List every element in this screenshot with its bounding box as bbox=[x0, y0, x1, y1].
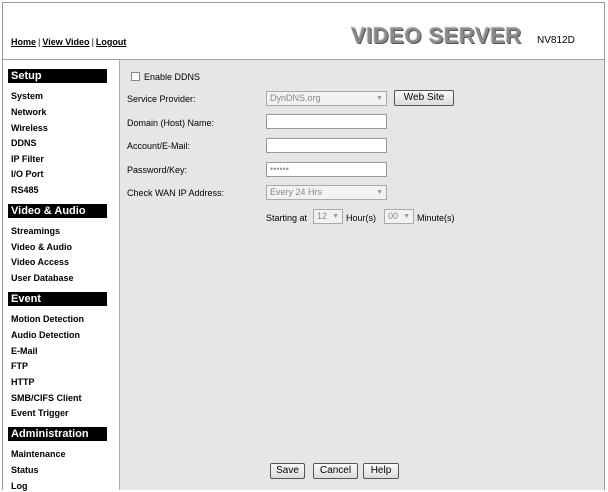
sidebar-item-system[interactable]: System bbox=[11, 91, 43, 102]
sidebar-item-email[interactable]: E-Mail bbox=[11, 346, 38, 357]
sidebar-item-rs485[interactable]: RS485 bbox=[11, 185, 39, 196]
sidebar-item-smb-cifs-client[interactable]: SMB/CIFS Client bbox=[11, 393, 82, 404]
check-wan-ip-label: Check WAN IP Address: bbox=[127, 188, 225, 198]
minute-select[interactable]: 00 ▼ bbox=[384, 209, 414, 224]
ddns-settings-panel: Enable DDNS Service Provider: DynDNS.org… bbox=[120, 60, 604, 490]
account-email-label: Account/E-Mail: bbox=[127, 141, 191, 151]
sidebar-item-streamings[interactable]: Streamings bbox=[11, 226, 60, 237]
service-provider-value: DynDNS.org bbox=[270, 93, 321, 103]
account-email-input[interactable] bbox=[266, 138, 387, 153]
sidebar-item-maintenance[interactable]: Maintenance bbox=[11, 449, 66, 460]
sidebar-item-wireless[interactable]: Wireless bbox=[11, 123, 48, 134]
domain-name-input[interactable] bbox=[266, 114, 387, 129]
minute-unit-label: Minute(s) bbox=[417, 213, 455, 223]
minute-value: 00 bbox=[388, 211, 399, 221]
password-key-label: Password/Key: bbox=[127, 165, 188, 175]
save-button[interactable]: Save bbox=[270, 463, 305, 479]
service-provider-label: Service Provider: bbox=[127, 94, 196, 104]
sidebar-item-network[interactable]: Network bbox=[11, 107, 47, 118]
sidebar-item-video-audio[interactable]: Video & Audio bbox=[11, 242, 72, 253]
sidebar-item-video-access[interactable]: Video Access bbox=[11, 257, 69, 268]
hour-value: 12 bbox=[317, 211, 328, 221]
sidebar-item-ip-filter[interactable]: IP Filter bbox=[11, 154, 44, 165]
sidebar-item-http[interactable]: HTTP bbox=[11, 377, 35, 388]
chevron-down-icon: ▼ bbox=[403, 213, 410, 220]
password-key-input[interactable]: •••••• bbox=[266, 162, 387, 177]
view-video-link[interactable]: View Video bbox=[42, 37, 89, 47]
chevron-down-icon: ▼ bbox=[332, 213, 339, 220]
top-links: Home | View Video | Logout bbox=[11, 37, 126, 47]
home-link[interactable]: Home bbox=[11, 37, 36, 47]
sidebar-item-log[interactable]: Log bbox=[11, 481, 28, 492]
header: Home | View Video | Logout VIDEO SERVER NV81… bbox=[3, 3, 604, 60]
sidebar-item-ftp[interactable]: FTP bbox=[11, 361, 28, 372]
model-number: NV812D bbox=[537, 35, 575, 46]
sidebar-item-user-database[interactable]: User Database bbox=[11, 273, 74, 284]
sidebar-item-status[interactable]: Status bbox=[11, 465, 39, 476]
hour-unit-label: Hour(s) bbox=[346, 213, 377, 223]
check-wan-ip-select[interactable]: Every 24 Hrs ▼ bbox=[266, 185, 387, 200]
domain-name-label: Domain (Host) Name: bbox=[127, 118, 215, 128]
service-provider-select[interactable]: DynDNS.org ▼ bbox=[266, 91, 387, 106]
section-header-administration: Administration bbox=[8, 427, 107, 441]
chevron-down-icon: ▼ bbox=[376, 189, 383, 196]
help-button[interactable]: Help bbox=[363, 463, 399, 479]
sidebar-item-ddns[interactable]: DDNS bbox=[8, 138, 108, 149]
enable-ddns-checkbox[interactable] bbox=[131, 72, 140, 81]
section-header-event: Event bbox=[8, 292, 107, 306]
sidebar-item-motion-detection[interactable]: Motion Detection bbox=[11, 314, 84, 325]
section-header-video-audio: Video & Audio bbox=[8, 204, 107, 218]
sidebar-item-audio-detection[interactable]: Audio Detection bbox=[11, 330, 80, 341]
sidebar-item-event-trigger[interactable]: Event Trigger bbox=[11, 408, 69, 419]
sidebar-item-io-port[interactable]: I/O Port bbox=[11, 169, 44, 180]
brand-logo: VIDEO SERVER bbox=[351, 23, 522, 48]
app-frame: Home | View Video | Logout VIDEO SERVER NV81… bbox=[2, 2, 605, 492]
section-header-setup: Setup bbox=[8, 69, 107, 83]
chevron-down-icon: ▼ bbox=[376, 95, 383, 102]
enable-ddns-label: Enable DDNS bbox=[144, 72, 201, 82]
web-site-button[interactable]: Web Site bbox=[394, 90, 454, 106]
hour-select[interactable]: 12 ▼ bbox=[313, 209, 343, 224]
cancel-button[interactable]: Cancel bbox=[313, 463, 358, 479]
logout-link[interactable]: Logout bbox=[96, 37, 127, 47]
check-wan-ip-value: Every 24 Hrs bbox=[270, 187, 323, 197]
starting-at-label: Starting at bbox=[266, 213, 308, 223]
sidebar: Setup System Network Wireless DDNS IP Fi… bbox=[3, 60, 120, 492]
